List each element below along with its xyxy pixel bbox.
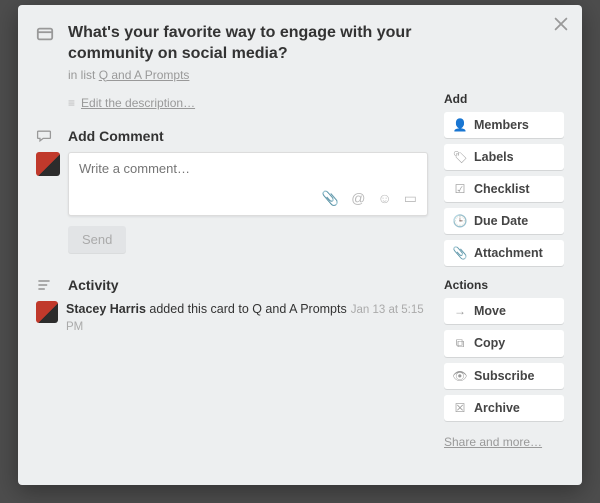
attachment-label: Attachment (474, 246, 543, 260)
labels-button[interactable]: 🏷 Labels (444, 144, 564, 170)
labels-label: Labels (474, 150, 514, 164)
members-label: Members (474, 118, 529, 132)
attachment-icon[interactable]: 📎 (322, 190, 339, 207)
members-button[interactable]: 👤 Members (444, 112, 564, 138)
activity-action: added this card to Q and A Prompts (146, 302, 347, 316)
archive-label: Archive (474, 401, 520, 415)
checklist-icon: ☑ (452, 182, 468, 196)
copy-button[interactable]: ⧉ Copy (444, 330, 564, 357)
sidebar-add-heading: Add (444, 92, 564, 106)
attachment-button[interactable]: 📎 Attachment (444, 240, 564, 266)
card-list-line: in list Q and A Prompts (68, 68, 444, 82)
labels-icon: 🏷 (452, 150, 468, 164)
arrow-right-icon: → (452, 304, 468, 318)
card-modal: What's your favorite way to engage with … (18, 5, 582, 485)
copy-label: Copy (474, 336, 505, 350)
share-more-link[interactable]: Share and more… (444, 435, 542, 449)
emoji-icon[interactable]: ☺ (377, 190, 391, 207)
avatar[interactable] (36, 152, 60, 176)
sidebar-actions-heading: Actions (444, 278, 564, 292)
checklist-button[interactable]: ☑ Checklist (444, 176, 564, 202)
comment-input[interactable] (69, 153, 427, 184)
list-link[interactable]: Q and A Prompts (99, 68, 190, 82)
close-icon[interactable] (552, 15, 572, 35)
move-label: Move (474, 304, 506, 318)
archive-icon: ☒ (452, 401, 468, 415)
subscribe-label: Subscribe (474, 369, 534, 383)
copy-icon: ⧉ (452, 336, 468, 351)
edit-description-link[interactable]: Edit the description… (81, 96, 195, 110)
move-button[interactable]: → Move (444, 298, 564, 324)
checklist-label: Checklist (474, 182, 530, 196)
card-icon (36, 25, 56, 82)
activity-icon (36, 277, 56, 293)
activity-user[interactable]: Stacey Harris (66, 302, 146, 316)
paperclip-icon: 📎 (452, 246, 468, 260)
send-button[interactable]: Send (68, 226, 126, 253)
avatar[interactable] (36, 301, 58, 323)
edit-desc-icon: ≡ (68, 96, 75, 110)
subscribe-button[interactable]: 👁 Subscribe (444, 363, 564, 389)
eye-icon: 👁 (452, 369, 468, 383)
add-comment-heading: Add Comment (68, 128, 164, 144)
activity-heading: Activity (68, 277, 119, 293)
duedate-label: Due Date (474, 214, 528, 228)
mention-icon[interactable]: @ (351, 190, 365, 207)
card-insert-icon[interactable]: ▭ (404, 190, 417, 207)
activity-item: Stacey Harris added this card to Q and A… (36, 301, 428, 336)
in-list-prefix: in list (68, 68, 99, 82)
members-icon: 👤 (452, 118, 468, 132)
duedate-button[interactable]: 🕒 Due Date (444, 208, 564, 234)
archive-button[interactable]: ☒ Archive (444, 395, 564, 421)
comment-box: 📎 @ ☺ ▭ (68, 152, 428, 216)
card-title[interactable]: What's your favorite way to engage with … (68, 23, 444, 65)
comment-icon (36, 128, 56, 144)
clock-icon: 🕒 (452, 214, 468, 228)
